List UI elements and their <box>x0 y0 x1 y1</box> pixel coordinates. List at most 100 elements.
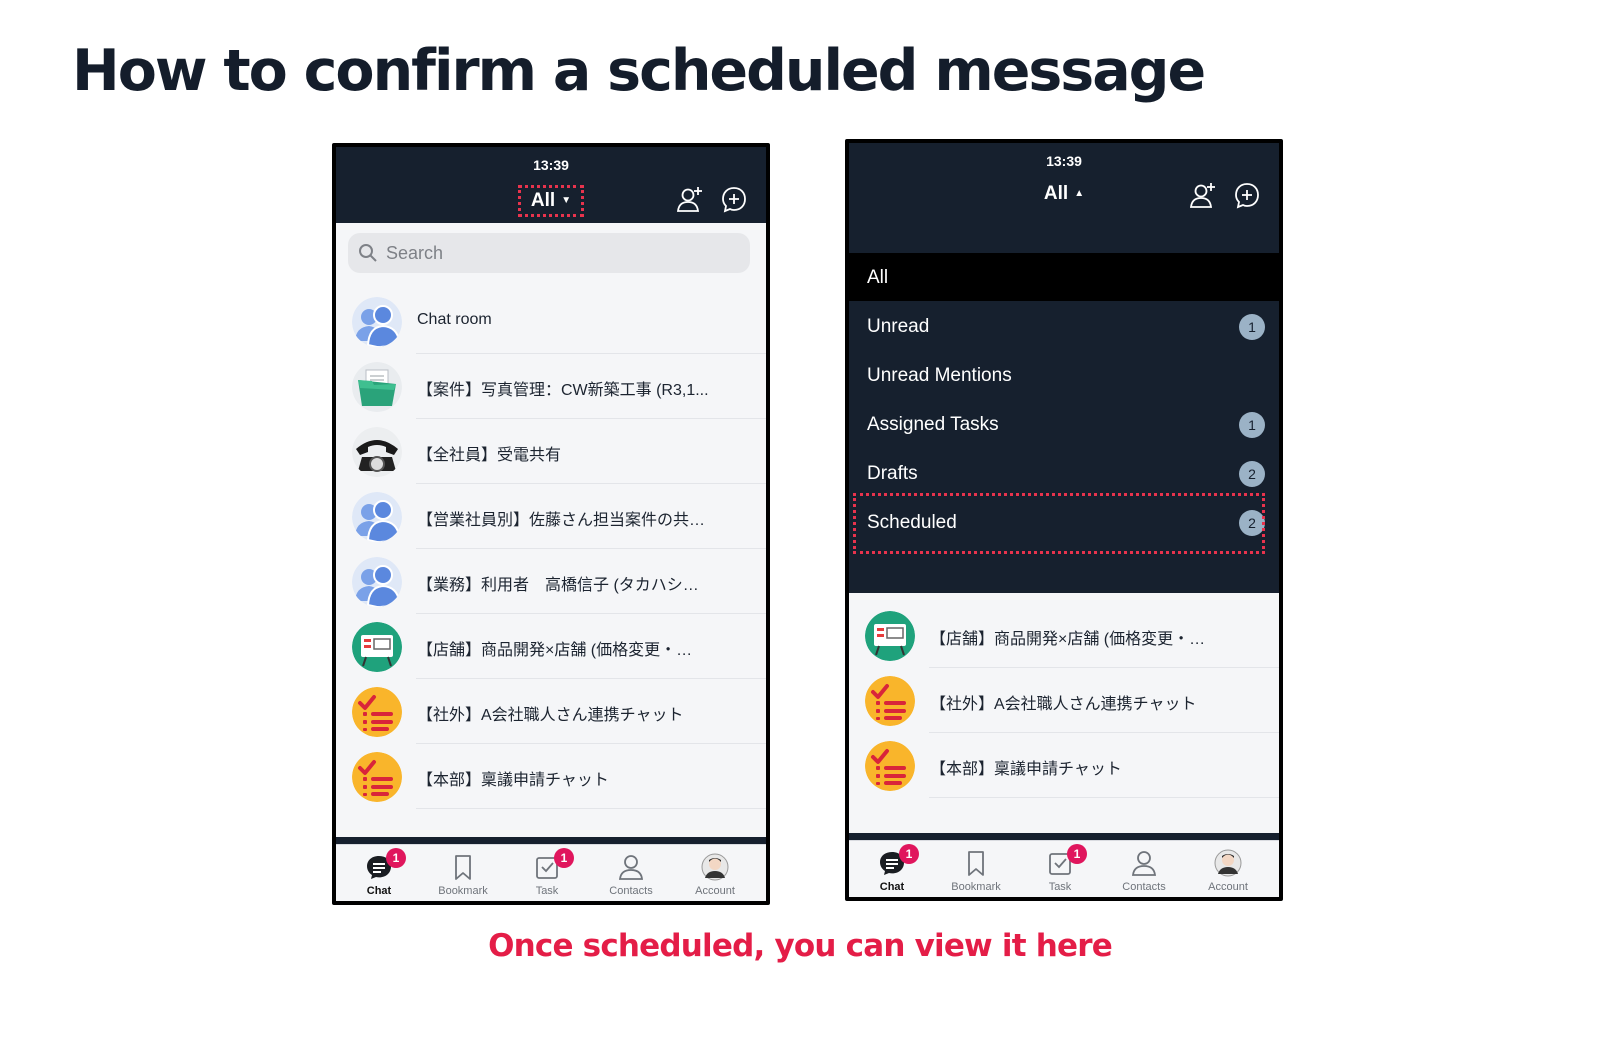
unread-badge: 1 <box>899 844 919 864</box>
menu-label: All <box>867 267 889 288</box>
bottom-tab-bar: 1 Chat Bookmark 1 Task Contacts Account <box>336 844 766 901</box>
chat-list-item[interactable]: 【社外】A会社職人さん連携チャット <box>336 679 766 744</box>
checklist-icon <box>865 741 915 791</box>
add-contact-icon[interactable] <box>676 185 704 213</box>
tab-label: Task <box>535 885 559 897</box>
task-badge: 1 <box>554 848 574 868</box>
add-contact-icon[interactable] <box>1189 181 1217 209</box>
filter-option-all[interactable]: All <box>849 253 1279 301</box>
chat-list-item[interactable]: 【営業社員別】佐藤さん担当案件の共… <box>336 484 766 549</box>
contacts-icon <box>1130 849 1158 877</box>
chat-title: 【業務】利用者 高橋信子 (タカハシ… <box>417 577 699 594</box>
chat-title: 【全社員】受電共有 <box>417 447 562 464</box>
tab-label: Bookmark <box>951 881 1001 893</box>
tab-bookmark[interactable]: Bookmark <box>933 841 1019 897</box>
group-avatar-icon <box>352 492 402 542</box>
search-bar[interactable]: Search <box>348 233 750 273</box>
tab-account[interactable]: Account <box>1185 841 1271 897</box>
account-avatar-icon <box>1214 849 1242 877</box>
status-bar-time: 13:39 <box>1046 153 1082 169</box>
bookmark-icon <box>449 853 477 881</box>
divider <box>929 797 1279 798</box>
caret-down-icon: ▼ <box>561 195 572 207</box>
menu-label: Unread Mentions <box>867 365 1012 386</box>
tab-label: Account <box>695 885 735 897</box>
filter-toggle[interactable]: All ▲ <box>1034 181 1094 207</box>
chat-list: Chat room 【案件】写真管理：CW新築工事 (R3,1... 【全社員】… <box>336 289 766 809</box>
chat-title: 【本部】稟議申請チャット <box>417 772 609 789</box>
scheduled-highlight-box <box>853 493 1265 554</box>
slide-title: How to confirm a scheduled message <box>72 38 1206 104</box>
chat-title: 【社外】A会社職人さん連携チャット <box>417 707 684 724</box>
group-avatar-icon <box>352 557 402 607</box>
checklist-icon <box>352 687 402 737</box>
app-header: 13:39 All ▼ <box>336 147 766 223</box>
unread-badge: 1 <box>386 848 406 868</box>
chat-title: 【本部】稟議申請チャット <box>930 761 1122 778</box>
tab-label: Contacts <box>609 885 653 897</box>
filter-label: All <box>1043 183 1069 204</box>
filter-option-assigned-tasks[interactable]: Assigned Tasks 1 <box>849 400 1279 448</box>
count-badge: 1 <box>1239 412 1265 438</box>
whiteboard-icon <box>352 622 402 672</box>
tab-label: Chat <box>879 881 905 893</box>
task-badge: 1 <box>1067 844 1087 864</box>
divider <box>416 808 766 809</box>
search-icon <box>358 243 378 263</box>
filter-option-drafts[interactable]: Drafts 2 <box>849 449 1279 497</box>
tab-contacts[interactable]: Contacts <box>588 845 674 901</box>
tab-contacts[interactable]: Contacts <box>1101 841 1187 897</box>
chat-title: 【案件】写真管理：CW新築工事 (R3,1... <box>417 382 709 399</box>
tab-label: Contacts <box>1122 881 1166 893</box>
count-badge: 2 <box>1239 461 1265 487</box>
tab-chat[interactable]: 1 Chat <box>336 845 422 901</box>
phone-screenshot-filter-menu: 13:39 All ▲ 【店舗】商品開発×店舗 (価格変更・… 【社外】A会社職人… <box>845 139 1283 901</box>
bottom-tab-bar: 1 Chat Bookmark 1 Task Contacts Account <box>849 840 1279 897</box>
chat-title: 【社外】A会社職人さん連携チャット <box>930 696 1197 713</box>
tab-label: Task <box>1048 881 1072 893</box>
whiteboard-icon <box>865 611 915 661</box>
chat-list: 【店舗】商品開発×店舗 (価格変更・… 【社外】A会社職人さん連携チャット 【本… <box>849 603 1279 798</box>
filter-highlight[interactable]: All ▼ <box>517 185 585 217</box>
filter-option-unread-mentions[interactable]: Unread Mentions <box>849 351 1279 399</box>
chat-list-item[interactable]: 【全社員】受電共有 <box>336 419 766 484</box>
contacts-icon <box>617 853 645 881</box>
menu-label: Drafts <box>867 463 918 484</box>
filter-option-unread[interactable]: Unread 1 <box>849 302 1279 350</box>
search-input[interactable]: Search <box>386 243 443 264</box>
chat-list-item[interactable]: 【店舗】商品開発×店舗 (価格変更・… <box>336 614 766 679</box>
checklist-icon <box>865 676 915 726</box>
menu-label: Unread <box>867 316 930 337</box>
tab-bookmark[interactable]: Bookmark <box>420 845 506 901</box>
chat-list-item[interactable]: 【本部】稟議申請チャット <box>336 744 766 809</box>
chat-list-item[interactable]: 【業務】利用者 高橋信子 (タカハシ… <box>336 549 766 614</box>
tab-task[interactable]: 1 Task <box>1017 841 1103 897</box>
slide-caption: Once scheduled, you can view it here <box>488 928 1113 964</box>
tab-chat[interactable]: 1 Chat <box>849 841 935 897</box>
tab-account[interactable]: Account <box>672 845 758 901</box>
chat-list-item[interactable]: 【案件】写真管理：CW新築工事 (R3,1... <box>336 354 766 419</box>
chat-list-item[interactable]: 【社外】A会社職人さん連携チャット <box>849 668 1279 733</box>
filter-label: All <box>530 190 556 211</box>
menu-label: Assigned Tasks <box>867 414 999 435</box>
chat-title: Chat room <box>417 311 492 328</box>
count-badge: 1 <box>1239 314 1265 340</box>
chat-title: 【店舗】商品開発×店舗 (価格変更・… <box>930 631 1206 648</box>
chat-list-area: Search Chat room 【案件】写真管理：CW新築工事 (R3,1..… <box>336 223 766 837</box>
folder-photo-icon <box>352 362 402 412</box>
chat-list-item[interactable]: 【店舗】商品開発×店舗 (価格変更・… <box>849 603 1279 668</box>
chat-title: 【営業社員別】佐藤さん担当案件の共… <box>417 512 706 529</box>
group-avatar-icon <box>352 297 402 347</box>
tab-label: Chat <box>366 885 392 897</box>
app-header: 13:39 All ▲ <box>849 143 1279 219</box>
chat-list-item[interactable]: Chat room <box>336 289 766 354</box>
chat-list-item[interactable]: 【本部】稟議申請チャット <box>849 733 1279 798</box>
new-chat-icon[interactable] <box>720 185 748 213</box>
caret-up-icon: ▲ <box>1074 188 1085 200</box>
tab-label: Account <box>1208 881 1248 893</box>
checklist-icon <box>352 752 402 802</box>
new-chat-icon[interactable] <box>1233 181 1261 209</box>
chat-title: 【店舗】商品開発×店舗 (価格変更・… <box>417 642 693 659</box>
status-bar-time: 13:39 <box>533 157 569 173</box>
tab-task[interactable]: 1 Task <box>504 845 590 901</box>
